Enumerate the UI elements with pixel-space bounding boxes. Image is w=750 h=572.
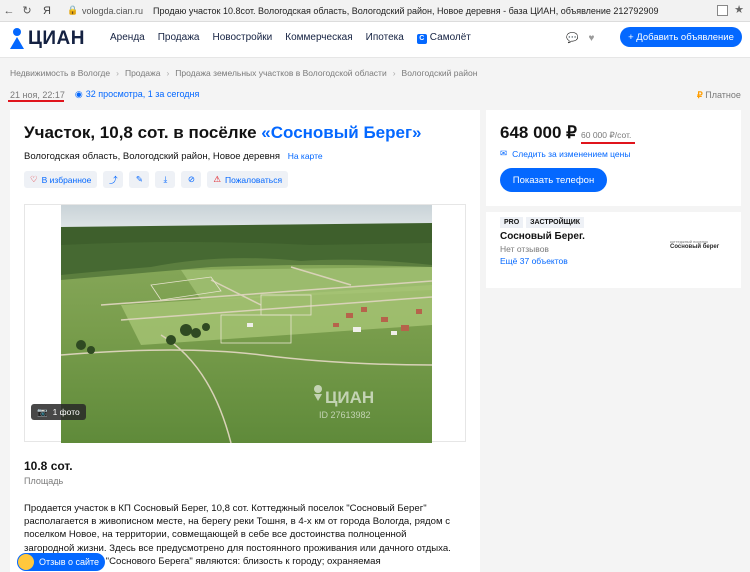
developer-type-badge: ЗАСТРОЙЩИК: [526, 217, 585, 228]
on-map-link[interactable]: На карте: [288, 151, 323, 161]
photo-watermark-brand: ЦИАН: [325, 388, 374, 407]
developer-logo-title: Сосновый берег: [670, 244, 720, 250]
listing-photo[interactable]: ЦИАН ID 27613982: [61, 205, 432, 443]
listing-card: Участок, 10,8 сот. в посёлке «Сосновый Б…: [10, 110, 480, 572]
nav-samolet[interactable]: С Самолёт: [416, 32, 471, 44]
favorite-label: В избранное: [41, 174, 92, 185]
bookmark-star-icon[interactable]: ★: [734, 5, 744, 16]
download-icon: ⤓: [163, 174, 168, 184]
developer-card: PRO ЗАСТРОЙЩИК Сосновый Берег. Нет отзыв…: [486, 212, 741, 288]
address-bar[interactable]: 🔒 vologda.cian.ru Продаю участок 10.8сот…: [64, 5, 717, 16]
share-button[interactable]: ⤴: [103, 171, 124, 188]
breadcrumb-separator: ›: [116, 68, 119, 78]
edit-icon: ✎: [135, 174, 143, 184]
aerial-photo-illustration: ЦИАН ID 27613982: [61, 205, 432, 443]
village-link[interactable]: «Сосновый Берег»: [261, 123, 421, 142]
logo-text: ЦИАН: [28, 28, 85, 49]
main-nav: Аренда Продажа Новостройки Коммерческая …: [110, 32, 471, 44]
mail-icon: ✉: [500, 148, 508, 158]
heart-icon[interactable]: ♥: [588, 33, 594, 44]
listing-meta: 21 ноя, 22:17 ◉ 32 просмотра, 1 за сегодн…: [10, 89, 199, 100]
browser-logo[interactable]: Я: [40, 5, 54, 17]
refresh-icon[interactable]: ↻: [18, 4, 36, 17]
extension-icon[interactable]: [717, 5, 729, 16]
lock-icon: 🔒: [67, 5, 79, 15]
page-tab-title: Продаю участок 10.8сот. Вологодская обла…: [153, 5, 659, 16]
breadcrumb-separator: ›: [166, 68, 170, 78]
title-text: Участок, 10,8 сот. в посёлке: [24, 123, 262, 142]
price: 648 000 ₽: [500, 123, 577, 142]
photo-count-label: 1 фото: [52, 407, 80, 417]
area-value: 10.8 сот.: [24, 459, 73, 473]
hide-button[interactable]: ⊘: [181, 171, 202, 188]
nav-sale[interactable]: Продажа: [158, 32, 200, 44]
nav-new-buildings[interactable]: Новостройки: [212, 32, 272, 44]
show-phone-button[interactable]: Показать телефон: [500, 168, 607, 192]
feedback-button[interactable]: Отзыв о сайте: [17, 553, 105, 571]
paid-badge: ₽ Платное: [697, 90, 741, 101]
date-underline-annotation: [8, 100, 64, 102]
camera-icon: 📷: [37, 406, 48, 417]
views-link[interactable]: ◉ 32 просмотра, 1 за сегодня: [75, 89, 200, 100]
back-arrow-icon[interactable]: ←: [0, 5, 18, 17]
photo-watermark-id: ID 27613982: [319, 410, 371, 420]
breadcrumb-item[interactable]: Продажа земельных участков в Вологодской…: [175, 68, 386, 78]
cian-logo[interactable]: ЦИАН: [10, 28, 85, 50]
address-text[interactable]: Вологодская область, Вологодский район, …: [24, 151, 280, 162]
favorite-button[interactable]: ♡ В избранное: [24, 171, 98, 188]
report-label: Пожаловаться: [225, 174, 283, 185]
add-listing-button[interactable]: + Добавить объявление: [620, 27, 742, 47]
samolet-badge-icon: С: [416, 34, 427, 44]
smiley-icon: [18, 554, 34, 570]
paid-label: Платное: [705, 90, 741, 100]
photo-gallery[interactable]: ЦИАН ID 27613982 📷 1 фото: [24, 204, 466, 443]
share-icon: ⤴: [109, 174, 118, 185]
breadcrumb-item[interactable]: Продажа: [125, 68, 160, 78]
nav-mortgage[interactable]: Ипотека: [366, 32, 404, 44]
price-underline-annotation: [581, 142, 635, 144]
eye-icon: ◉: [74, 89, 83, 99]
ruble-icon: ₽: [697, 90, 703, 100]
price-per-unit: 60 000 ₽/сот.: [581, 130, 632, 140]
breadcrumb: Недвижимость в Вологде › Продажа › Прода…: [10, 68, 477, 78]
feedback-label: Отзыв о сайте: [39, 557, 100, 567]
breadcrumb-item[interactable]: Вологодский район: [402, 68, 478, 78]
hide-icon: ⊘: [187, 174, 195, 184]
nav-rent[interactable]: Аренда: [110, 32, 145, 44]
site-header: ЦИАН Аренда Продажа Новостройки Коммерче…: [0, 22, 750, 58]
listing-title: Участок, 10,8 сот. в посёлке «Сосновый Б…: [24, 123, 422, 143]
chat-icon[interactable]: 💬: [566, 33, 578, 44]
nav-samolet-label: Самолёт: [429, 32, 471, 43]
breadcrumb-item[interactable]: Недвижимость в Вологде: [10, 68, 110, 78]
browser-toolbar: ← ↻ Я 🔒 vologda.cian.ru Продаю участок 1…: [0, 0, 750, 22]
download-button[interactable]: ⤓: [155, 171, 176, 188]
url-domain: vologda.cian.ru: [82, 5, 144, 16]
developer-more-link[interactable]: Ещё 37 объектов: [500, 256, 568, 266]
subscribe-label: Следить за изменением цены: [512, 148, 631, 159]
action-bar: ♡ В избранное ⤴ ✎ ⤓ ⊘ ⚠ Пожаловаться: [24, 171, 289, 188]
logo-mark-icon: [10, 28, 24, 50]
developer-logo[interactable]: коттеджный поселок Сосновый берег: [670, 239, 720, 255]
price-card: 648 000 ₽ 60 000 ₽/сот. ✉ Следить за изме…: [486, 110, 741, 206]
area-label: Площадь: [24, 476, 64, 486]
price-subscribe-link[interactable]: ✉ Следить за изменением цены: [500, 148, 630, 159]
photo-count-badge[interactable]: 📷 1 фото: [31, 404, 86, 420]
publish-date: 21 ноя, 22:17: [10, 89, 65, 100]
breadcrumb-separator: ›: [392, 68, 396, 78]
warning-icon: ⚠: [213, 174, 221, 184]
pro-badge: PRO: [500, 217, 524, 228]
listing-address: Вологодская область, Вологодский район, …: [24, 151, 323, 162]
developer-reviews: Нет отзывов: [500, 244, 549, 254]
developer-name[interactable]: Сосновый Берег.: [500, 231, 585, 242]
nav-commercial[interactable]: Коммерческая: [285, 32, 352, 44]
report-button[interactable]: ⚠ Пожаловаться: [207, 171, 289, 188]
edit-button[interactable]: ✎: [129, 171, 150, 188]
views-count: 32 просмотра, 1 за сегодня: [85, 89, 200, 99]
heart-outline-icon: ♡: [30, 174, 38, 184]
